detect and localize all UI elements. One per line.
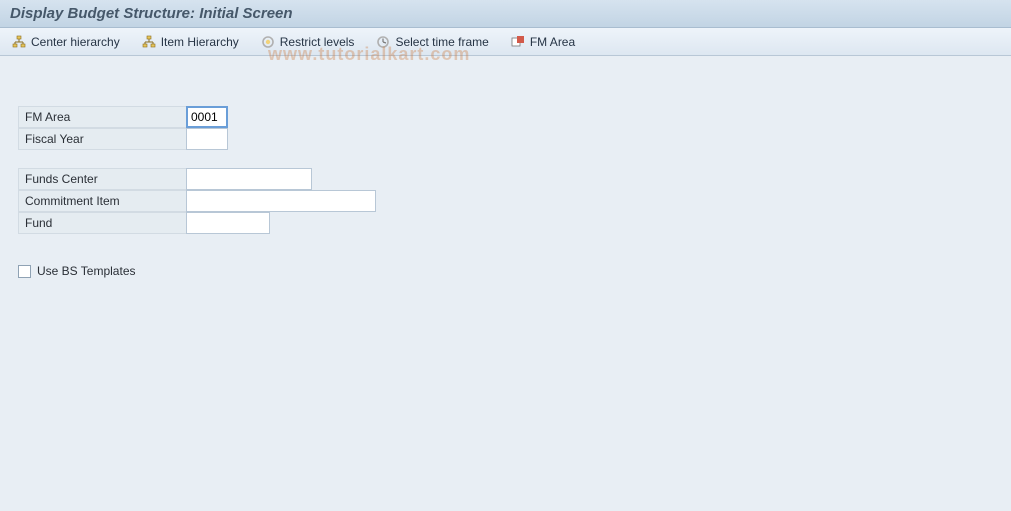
toolbar-label: FM Area [530,35,575,49]
toolbar-label: Center hierarchy [31,35,120,49]
hierarchy-icon [142,35,156,49]
fm-area-icon [511,35,525,49]
label-commitment-item: Commitment Item [18,190,186,212]
content-area: FM Area Fiscal Year Funds Center Commitm… [0,56,1011,300]
row-use-bs-templates: Use BS Templates [18,260,993,282]
row-commitment-item: Commitment Item [18,190,993,212]
label-funds-center: Funds Center [18,168,186,190]
label-fiscal-year: Fiscal Year [18,128,186,150]
app-toolbar: Center hierarchy Item Hierarchy Restrict… [0,28,1011,56]
fm-area-button[interactable]: FM Area [507,33,579,51]
field-group-assignment: Funds Center Commitment Item Fund [18,168,993,234]
toolbar-label: Restrict levels [280,35,355,49]
row-fiscal-year: Fiscal Year [18,128,993,150]
checkbox-use-bs-templates[interactable] [18,265,31,278]
input-commitment-item[interactable] [186,190,376,212]
row-fund: Fund [18,212,993,234]
item-hierarchy-button[interactable]: Item Hierarchy [138,33,243,51]
clock-icon [376,35,390,49]
hierarchy-icon [12,35,26,49]
field-group-header: FM Area Fiscal Year [18,106,993,150]
input-funds-center[interactable] [186,168,312,190]
row-funds-center: Funds Center [18,168,993,190]
select-time-frame-button[interactable]: Select time frame [372,33,492,51]
restrict-levels-button[interactable]: Restrict levels [257,33,359,51]
toolbar-label: Select time frame [395,35,488,49]
label-fm-area: FM Area [18,106,186,128]
input-fiscal-year[interactable] [186,128,228,150]
restrict-icon [261,35,275,49]
center-hierarchy-button[interactable]: Center hierarchy [8,33,124,51]
titlebar: Display Budget Structure: Initial Screen [0,0,1011,28]
page-title: Display Budget Structure: Initial Screen [10,5,293,22]
toolbar-label: Item Hierarchy [161,35,239,49]
input-fund[interactable] [186,212,270,234]
label-fund: Fund [18,212,186,234]
label-use-bs-templates: Use BS Templates [37,264,136,278]
row-fm-area: FM Area [18,106,993,128]
input-fm-area[interactable] [186,106,228,128]
